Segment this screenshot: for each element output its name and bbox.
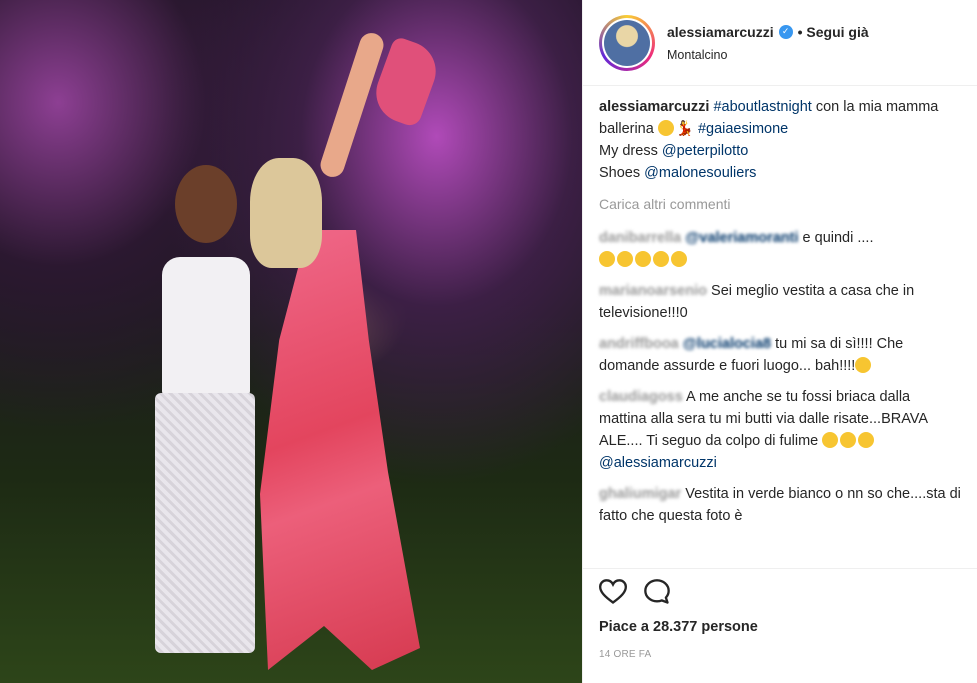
mention-link[interactable]: @alessiamarcuzzi — [599, 455, 717, 471]
heart-icon[interactable] — [598, 578, 628, 610]
location-link[interactable]: Montalcino — [667, 48, 869, 62]
mention-link[interactable]: @peterpilotto — [662, 143, 748, 159]
post-actions: Piace a 28.377 persone 14 ORE FA — [583, 568, 977, 668]
hashtag-link[interactable]: #gaiaesimone — [698, 121, 788, 137]
comment-icon[interactable] — [643, 578, 671, 611]
post-header: alessiamarcuzzi ✓ • Segui già Montalcino — [583, 0, 977, 86]
photo-figure-left — [150, 165, 260, 655]
post-photo[interactable] — [0, 0, 582, 683]
emoji-icon — [855, 357, 872, 373]
comment-item: marianoarsenio Sei meglio vestita a casa… — [599, 283, 915, 321]
comment-username[interactable]: andriffbooa — [599, 336, 679, 352]
follow-status-button[interactable]: • Segui già — [798, 24, 869, 40]
header-username[interactable]: alessiamarcuzzi — [667, 24, 774, 40]
load-more-comments-button[interactable]: Carica altri commenti — [599, 193, 961, 215]
comment-item: andriffbooa @lucialocia8 tu mi sa di sì!… — [599, 336, 904, 374]
comment-item: ghaliumigar Vestita in verde bianco o nn… — [599, 486, 961, 524]
comment-username[interactable]: ghaliumigar — [599, 486, 681, 502]
post-timestamp[interactable]: 14 ORE FA — [599, 649, 962, 660]
mention-link[interactable]: @lucialocia8 — [683, 336, 771, 352]
comments-section: alessiamarcuzzi #aboutlastnight con la m… — [583, 86, 977, 561]
avatar[interactable] — [599, 14, 655, 71]
caption-username[interactable]: alessiamarcuzzi — [599, 99, 709, 115]
dancer-emoji-icon: 💃 — [675, 121, 694, 137]
comment-username[interactable]: claudiagoss — [599, 389, 683, 405]
likes-count[interactable]: Piace a 28.377 persone — [599, 619, 962, 635]
mention-link[interactable]: @malonesouliers — [644, 165, 756, 181]
hashtag-link[interactable]: #aboutlastnight — [713, 99, 811, 115]
mention-link[interactable]: @valeriamoranti — [685, 230, 798, 246]
comment-username[interactable]: marianoarsenio — [599, 283, 707, 299]
comment-item: claudiagoss A me anche se tu fossi briac… — [599, 389, 928, 471]
verified-badge-icon: ✓ — [778, 24, 793, 39]
photo-figure-right — [250, 29, 430, 670]
instagram-post: alessiamarcuzzi ✓ • Segui già Montalcino… — [0, 0, 977, 683]
post-sidebar: alessiamarcuzzi ✓ • Segui già Montalcino… — [582, 0, 977, 683]
smile-emoji-icon — [657, 120, 674, 136]
comment-username[interactable]: danibarrella — [599, 230, 681, 246]
emoji-icon — [822, 432, 839, 448]
comment-item: danibarrella @valeriamoranti e quindi ..… — [599, 227, 961, 271]
emoji-icon — [599, 251, 615, 267]
caption: alessiamarcuzzi #aboutlastnight con la m… — [599, 99, 939, 181]
